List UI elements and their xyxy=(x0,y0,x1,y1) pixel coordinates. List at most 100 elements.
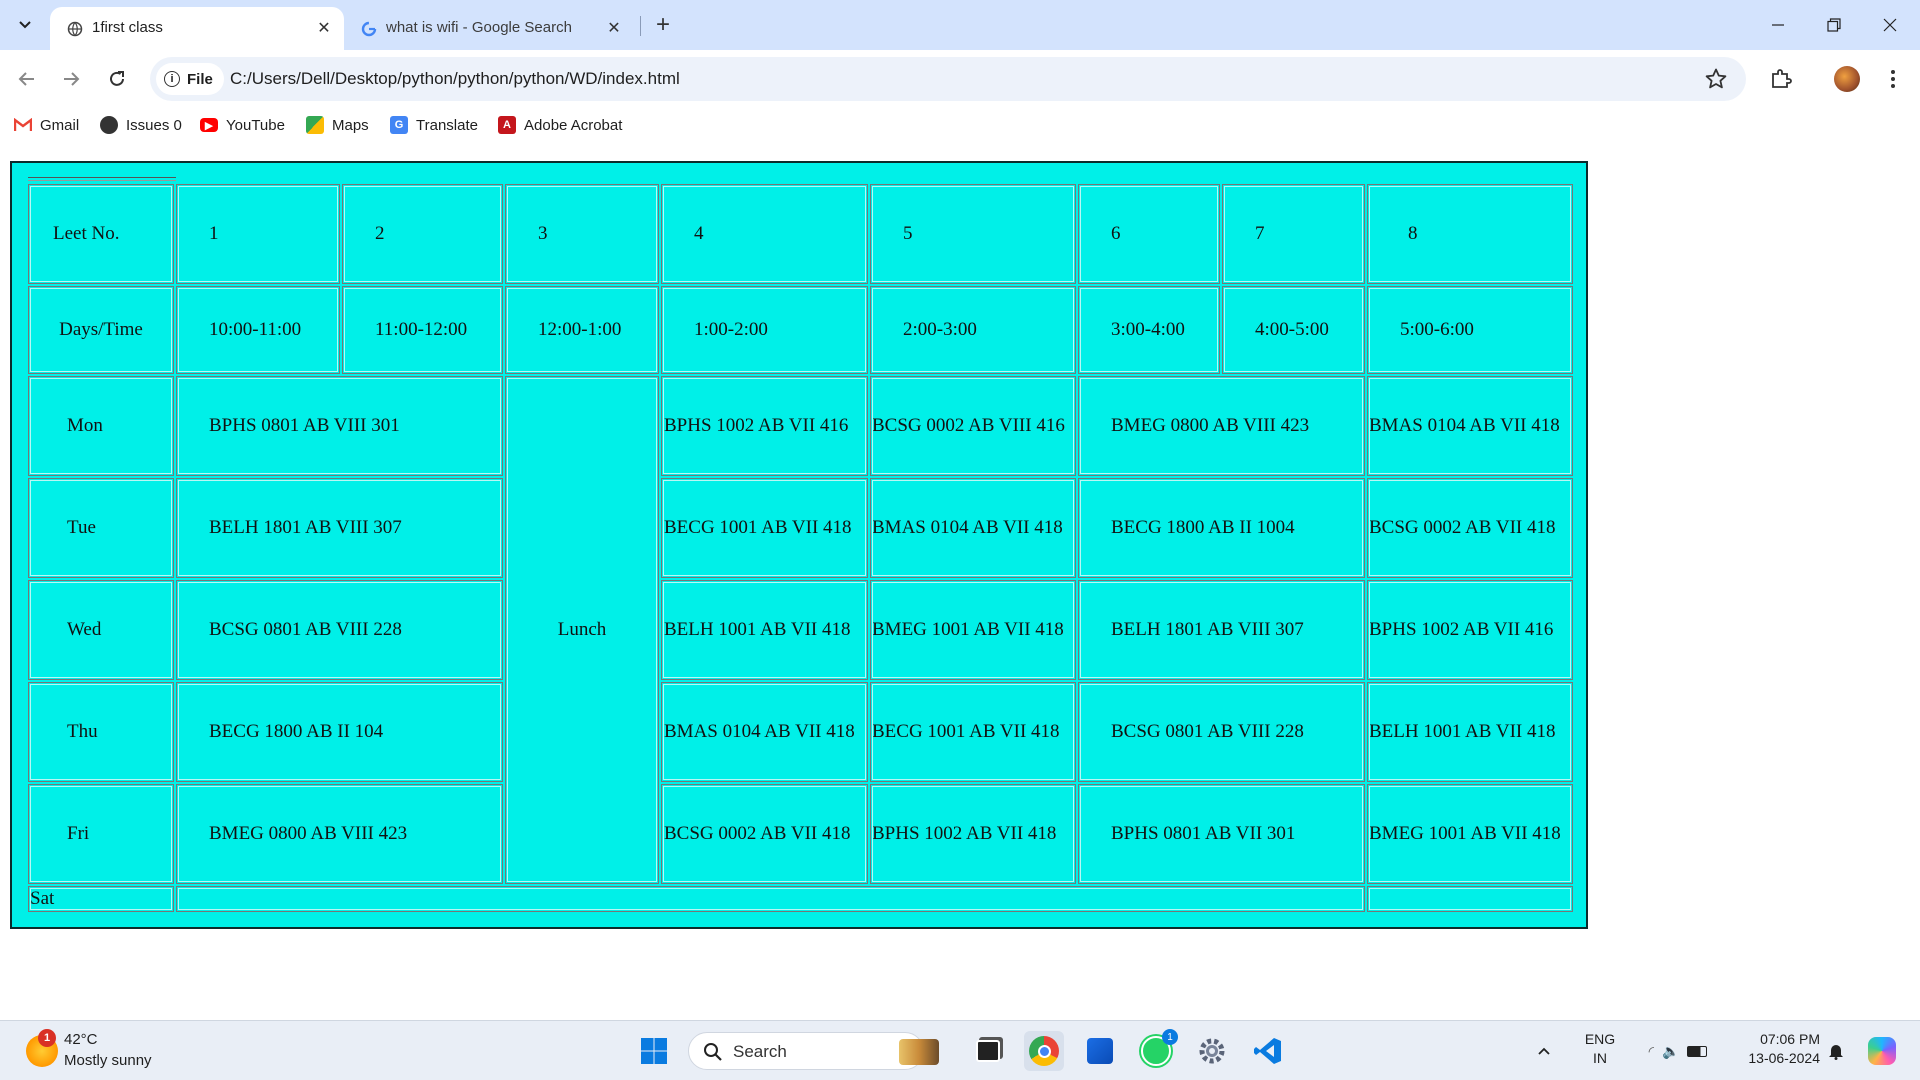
weather-temperature: 42°C xyxy=(64,1031,98,1048)
class-cell: BELH 1001 AB VII 418 xyxy=(661,580,868,680)
time-label-cell: Days/Time xyxy=(28,286,174,374)
translate-icon: G xyxy=(390,116,408,134)
taskbar-chrome[interactable] xyxy=(1024,1031,1064,1071)
class-cell: BPHS 1002 AB VII 416 xyxy=(1367,580,1573,680)
chevron-up-icon xyxy=(1538,1047,1550,1055)
address-bar[interactable]: i File C:/Users/Dell/Desktop/python/pyth… xyxy=(150,57,1746,101)
class-cell: BPHS 1002 AB VII 416 xyxy=(661,376,868,476)
notifications-button[interactable] xyxy=(1824,1031,1848,1071)
class-cell: BELH 1801 AB VIII 307 xyxy=(1078,580,1365,680)
bookmarks-bar: Gmail Issues 0 ▶ YouTube Maps G Translat… xyxy=(0,108,1920,142)
bookmark-label: Maps xyxy=(332,116,369,134)
reload-button[interactable] xyxy=(102,64,132,94)
acrobat-icon: A xyxy=(498,116,516,134)
tab-title: what is wifi - Google Search xyxy=(386,19,572,36)
forward-button[interactable] xyxy=(56,64,86,94)
extensions-button[interactable] xyxy=(1766,64,1796,94)
tab-search-button[interactable] xyxy=(12,12,38,38)
time-cell: 2:00-3:00 xyxy=(870,286,1076,374)
star-icon[interactable] xyxy=(1704,67,1728,91)
tab-google-search[interactable]: what is wifi - Google Search ✕ xyxy=(344,7,634,50)
puzzle-icon xyxy=(1772,69,1792,88)
tab-title: 1first class xyxy=(92,19,163,36)
reload-icon xyxy=(110,71,124,86)
time-cell: 10:00-11:00 xyxy=(176,286,340,374)
class-cell: BPHS 1002 AB VII 418 xyxy=(870,784,1076,884)
bookmark-label: Adobe Acrobat xyxy=(524,116,623,134)
class-cell: BCSG 0801 AB VIII 228 xyxy=(176,580,503,680)
close-window-button[interactable] xyxy=(1862,0,1918,50)
lect-number-cell: 4 xyxy=(661,184,868,284)
bookmark-label: Translate xyxy=(416,116,478,134)
taskbar-whatsapp[interactable]: 1 xyxy=(1136,1029,1178,1071)
caption-line xyxy=(28,177,176,181)
bookmark-gmail[interactable]: Gmail xyxy=(14,114,79,136)
bookmark-translate[interactable]: G Translate xyxy=(390,114,478,136)
browser-toolbar: i File C:/Users/Dell/Desktop/python/pyth… xyxy=(0,50,1920,108)
site-info-chip[interactable]: i File xyxy=(156,63,224,95)
show-hidden-icons-button[interactable] xyxy=(1532,1031,1556,1071)
gear-icon xyxy=(1199,1038,1225,1064)
url-text[interactable]: C:/Users/Dell/Desktop/python/python/pyth… xyxy=(230,69,680,89)
day-cell: Wed xyxy=(28,580,174,680)
avatar xyxy=(1834,66,1860,92)
sat-empty-cell xyxy=(176,886,1365,912)
chrome-icon xyxy=(1029,1036,1059,1066)
close-icon xyxy=(1883,18,1897,32)
taskbar-search[interactable]: Search xyxy=(688,1032,939,1070)
gmail-icon xyxy=(14,116,32,134)
clock[interactable]: 07:06 PM 13-06-2024 xyxy=(1730,1031,1820,1066)
restore-icon xyxy=(1827,18,1841,32)
lect-number-cell: 1 xyxy=(176,184,340,284)
profile-button[interactable] xyxy=(1832,64,1862,94)
bookmark-issues[interactable]: Issues 0 xyxy=(100,114,182,136)
search-label: Search xyxy=(733,1042,787,1061)
copilot-button[interactable] xyxy=(1862,1031,1902,1071)
page-viewport: Leet No. 1 2 3 4 5 6 7 8 Days/Time 10:00… xyxy=(0,142,1920,1020)
close-icon[interactable]: ✕ xyxy=(604,18,624,38)
restore-button[interactable] xyxy=(1806,0,1862,50)
class-cell: BPHS 0801 AB VII 301 xyxy=(1078,784,1365,884)
bookmark-label: Issues 0 xyxy=(126,116,182,134)
language-line-2: IN xyxy=(1593,1050,1607,1066)
quick-settings-button[interactable]: ◜ 🔈 xyxy=(1636,1031,1720,1071)
class-cell: BCSG 0002 AB VII 418 xyxy=(661,784,868,884)
class-cell: BCSG 0002 AB VII 418 xyxy=(1367,478,1573,578)
class-cell: BECG 1001 AB VII 418 xyxy=(661,478,868,578)
clock-time: 07:06 PM xyxy=(1760,1031,1820,1047)
maps-icon xyxy=(306,116,324,134)
time-cell: 12:00-1:00 xyxy=(505,286,659,374)
vscode-icon xyxy=(1254,1038,1281,1064)
class-cell: BECG 1800 AB II 1004 xyxy=(1078,478,1365,578)
day-cell: Tue xyxy=(28,478,174,578)
taskbar-store[interactable] xyxy=(1080,1031,1120,1071)
class-cell: BMAS 0104 AB VII 418 xyxy=(1367,376,1573,476)
menu-button[interactable] xyxy=(1878,64,1908,94)
class-cell: BPHS 0801 AB VIII 301 xyxy=(176,376,503,476)
bookmark-label: Gmail xyxy=(40,116,80,134)
plus-icon: + xyxy=(655,11,670,38)
bookmark-youtube[interactable]: ▶ YouTube xyxy=(200,114,285,136)
task-view-icon xyxy=(976,1040,1000,1062)
arrow-right-icon xyxy=(64,72,80,86)
taskbar-task-view[interactable] xyxy=(968,1031,1008,1071)
new-tab-button[interactable]: + xyxy=(650,11,676,38)
google-icon xyxy=(360,20,378,38)
back-button[interactable] xyxy=(12,64,42,94)
notification-badge: 1 xyxy=(38,1029,56,1047)
taskbar-settings[interactable] xyxy=(1192,1031,1232,1071)
taskbar-vscode[interactable] xyxy=(1248,1031,1288,1071)
search-highlight-icon xyxy=(899,1039,939,1065)
tab-first-class[interactable]: 1first class ✕ xyxy=(50,7,344,50)
more-vertical-icon xyxy=(1891,70,1895,88)
start-button[interactable] xyxy=(634,1031,674,1071)
class-cell: BMAS 0104 AB VII 418 xyxy=(661,682,868,782)
arrow-left-icon xyxy=(18,72,34,86)
close-icon[interactable]: ✕ xyxy=(314,18,334,38)
bookmark-adobe-acrobat[interactable]: A Adobe Acrobat xyxy=(498,114,622,136)
time-cell: 3:00-4:00 xyxy=(1078,286,1220,374)
minimize-button[interactable] xyxy=(1750,0,1806,50)
class-cell: BMEG 0800 AB VIII 423 xyxy=(176,784,503,884)
bookmark-maps[interactable]: Maps xyxy=(306,114,369,136)
language-indicator[interactable]: ENG IN xyxy=(1578,1031,1622,1066)
